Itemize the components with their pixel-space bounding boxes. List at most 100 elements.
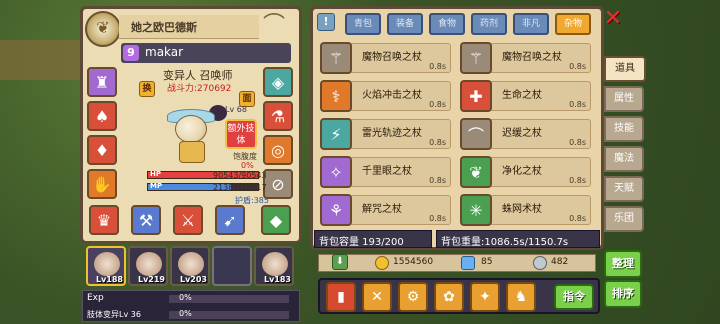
command-button[interactable]: 指令 xyxy=(554,284,594,310)
item-name: 雷光轨迹之杖 xyxy=(362,128,422,139)
side-tab[interactable]: 乐团 xyxy=(604,206,644,232)
inventory-tabs: 青包 装备 食物 药剂 非凡 杂物 xyxy=(319,11,599,35)
weapon-helm-icon[interactable]: ♛ xyxy=(89,205,119,235)
side-tab[interactable]: 天赋 xyxy=(604,176,644,202)
equip-armor-icon[interactable]: ♦ xyxy=(87,135,117,165)
inventory-tab[interactable]: 青包 xyxy=(345,13,381,35)
gold-amount: 1554560 xyxy=(393,257,434,267)
item-name: 千里眼之杖 xyxy=(362,166,412,177)
inventory-tab[interactable]: 食物 xyxy=(429,13,465,35)
equip-helmet-icon[interactable]: ♜ xyxy=(87,67,117,97)
weapon-axe-icon[interactable]: ⚒ xyxy=(131,205,161,235)
book-icon[interactable]: ▮ xyxy=(326,282,356,312)
staff-icon: ⚡ xyxy=(320,118,352,150)
weapon-sword-icon[interactable]: ⚔ xyxy=(173,205,203,235)
player-name: makar xyxy=(145,45,184,59)
party-level: Lv188 xyxy=(95,275,123,284)
item-name: 火焰冲击之杖 xyxy=(362,90,422,101)
weapon-gun-icon[interactable]: ➹ xyxy=(215,205,245,235)
staff-icon: ✳ xyxy=(460,194,492,226)
staff-icon: ✚ xyxy=(460,80,492,112)
item-name: 生命之杖 xyxy=(502,90,542,101)
inventory-tab[interactable]: 杂物 xyxy=(555,13,591,35)
inventory-item[interactable]: ⚘ 解咒之杖 0.8s xyxy=(320,194,451,226)
party-member-empty[interactable] xyxy=(212,246,252,286)
hp-label: HP xyxy=(150,170,161,178)
inventory-item[interactable]: ⚕ 火焰冲击之杖 0.8s xyxy=(320,80,451,112)
inventory-item[interactable]: ⚡ 雷光轨迹之杖 0.8s xyxy=(320,118,451,150)
experience-panel: Exp 0% 肢体变异Lv 36 0% xyxy=(82,290,300,322)
side-tab[interactable]: 属性 xyxy=(604,86,644,112)
item-name: 魔物召唤之杖 xyxy=(502,52,562,63)
wrench-icon[interactable]: ⚙ xyxy=(398,282,428,312)
character-sprite xyxy=(161,105,227,165)
party-member-3[interactable]: Lv203 xyxy=(170,246,210,286)
party-member-1[interactable]: Lv188 xyxy=(86,246,126,286)
player-name-bar: 9 makar xyxy=(121,43,291,63)
bag-weight: 背包重量:1086.5s/1150.7s xyxy=(436,230,600,248)
item-cooldown: 0.8s xyxy=(429,100,446,109)
staff-icon: ⚚ xyxy=(460,42,492,74)
download-arrow-icon[interactable]: ⬇ xyxy=(332,254,348,270)
inventory-tab[interactable]: 非凡 xyxy=(513,13,549,35)
inventory-tab[interactable]: 装备 xyxy=(387,13,423,35)
party-member-5[interactable]: Lv183 xyxy=(254,246,294,286)
inventory-item[interactable]: ⌒ 迟缓之杖 0.8s xyxy=(460,118,591,150)
staff-icon: ⚚ xyxy=(320,42,352,74)
weapon-pouch-icon[interactable]: ◆ xyxy=(261,205,291,235)
sort-button[interactable]: 排序 xyxy=(604,280,642,308)
inventory-item[interactable]: ✳ 蛛网术杖 0.8s xyxy=(460,194,591,226)
arrange-button[interactable]: 整理 xyxy=(604,250,642,278)
guild-crest-icon: ❦ xyxy=(85,11,121,47)
item-cooldown: 0.8s xyxy=(569,176,586,185)
item-cooldown: 0.8s xyxy=(569,100,586,109)
item-name: 魔物召唤之杖 xyxy=(362,52,422,63)
item-name: 解咒之杖 xyxy=(362,204,402,215)
equip-cape-icon[interactable]: ♠ xyxy=(87,101,117,131)
inventory-item[interactable]: ✧ 千里眼之杖 0.8s xyxy=(320,156,451,188)
pet-level: Lv 68 xyxy=(225,105,247,114)
bag-capacity: 背包容量 193/200 xyxy=(314,230,432,248)
item-cooldown: 0.8s xyxy=(429,176,446,185)
item-name: 蛛网术杖 xyxy=(502,204,542,215)
equip-gloves-icon[interactable]: ✋ xyxy=(87,169,117,199)
hero-body xyxy=(179,141,205,163)
close-icon[interactable]: ✕ xyxy=(602,8,624,30)
inventory-item[interactable]: ❦ 净化之杖 0.8s xyxy=(460,156,591,188)
wardrobe-hanger-icon[interactable]: ⌒ xyxy=(257,13,291,43)
staff-icon: ⌒ xyxy=(460,118,492,150)
equip-amulet-icon[interactable]: ◈ xyxy=(263,67,293,97)
swap-button[interactable]: 换 xyxy=(139,81,155,97)
item-cooldown: 0.8s xyxy=(429,62,446,71)
party-member-2[interactable]: Lv219 xyxy=(128,246,168,286)
staff-icon: ✧ xyxy=(320,156,352,188)
exp-label: Exp xyxy=(87,293,104,303)
inventory-tab[interactable]: 药剂 xyxy=(471,13,507,35)
party-portrait xyxy=(178,252,204,276)
pouch-icon[interactable]: ✿ xyxy=(434,282,464,312)
tools-icon[interactable]: ✕ xyxy=(362,282,392,312)
inventory-item[interactable]: ⚚ 魔物召唤之杖 0.8s xyxy=(460,42,591,74)
party-portrait xyxy=(94,252,120,276)
combat-power: 战斗力:270692 xyxy=(167,84,232,94)
item-cooldown: 0.8s xyxy=(569,138,586,147)
equip-ring-icon[interactable]: ◎ xyxy=(263,135,293,165)
equip-potion-icon[interactable]: ⚗ xyxy=(263,101,293,131)
crystal-icon[interactable]: ✦ xyxy=(470,282,500,312)
background-building xyxy=(0,40,80,80)
item-name: 迟缓之杖 xyxy=(502,128,542,139)
body-mutation-percent: 0% xyxy=(179,309,192,318)
side-tab[interactable]: 道具 xyxy=(604,56,646,82)
staff-icon: ⚕ xyxy=(320,80,352,112)
side-tab[interactable]: 技能 xyxy=(604,116,644,142)
weapon-slots: ♛ ⚒ ⚔ ➹ ◆ xyxy=(89,203,299,239)
horse-icon[interactable]: ♞ xyxy=(506,282,536,312)
inventory-item[interactable]: ⚚ 魔物召唤之杖 0.8s xyxy=(320,42,451,74)
inventory-item[interactable]: ✚ 生命之杖 0.8s xyxy=(460,80,591,112)
party-level: Lv203 xyxy=(179,275,207,284)
gem-amount: 85 xyxy=(481,257,493,267)
item-cooldown: 0.8s xyxy=(569,62,586,71)
party-row: Lv188 Lv219 Lv203 Lv183 xyxy=(82,244,300,288)
side-tab[interactable]: 魔法 xyxy=(604,146,644,172)
extra-skill-button[interactable]: 额外技体 xyxy=(225,119,257,149)
